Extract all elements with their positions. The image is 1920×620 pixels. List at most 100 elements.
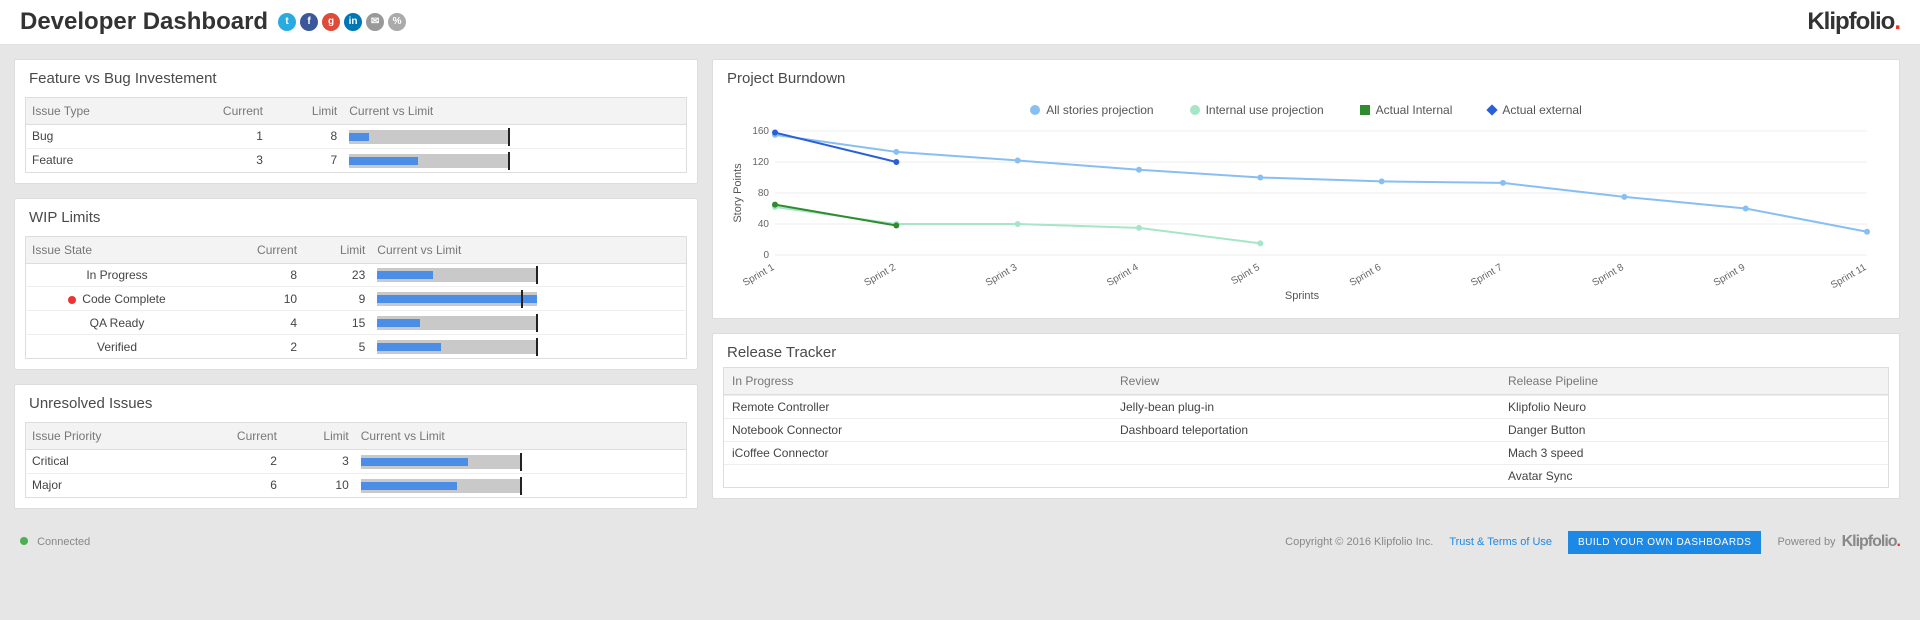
facebook-icon[interactable]: f [300, 13, 318, 31]
issue-state: Verified [26, 335, 209, 359]
svg-text:Sprints: Sprints [1285, 290, 1320, 302]
feature-vs-bug-table: Issue Type Current Limit Current vs Limi… [25, 97, 687, 173]
limit-value: 3 [283, 449, 355, 473]
email-icon[interactable]: ✉ [366, 13, 384, 31]
table-row: Verified 2 5 [26, 335, 687, 359]
col-state: Issue State [26, 236, 209, 263]
col-limit: Limit [303, 236, 371, 263]
release-col-header: Release Pipeline [1500, 368, 1888, 395]
svg-text:160: 160 [752, 126, 769, 137]
release-item [724, 464, 1112, 487]
header: Developer Dashboard t f g in ✉ % Klipfol… [0, 0, 1920, 45]
current-value: 8 [208, 263, 303, 287]
legend-marker-icon [1190, 105, 1200, 115]
panel-title: WIP Limits [15, 199, 697, 232]
issue-type: Feature [26, 148, 166, 172]
panel-title: Feature vs Bug Investement [15, 60, 697, 93]
dashboard: Feature vs Bug Investement Issue Type Cu… [0, 45, 1920, 523]
unresolved-table: Issue Priority Current Limit Current vs … [25, 422, 687, 498]
linkedin-icon[interactable]: in [344, 13, 362, 31]
bullet-chart [361, 479, 521, 493]
limit-value: 8 [269, 125, 343, 149]
panel-title: Release Tracker [713, 334, 1899, 367]
bullet-cell [355, 473, 687, 497]
col-current: Current [208, 236, 303, 263]
table-row: QA Ready 4 15 [26, 311, 687, 335]
page-title: Developer Dashboard [20, 8, 268, 36]
bullet-chart [349, 154, 509, 168]
svg-text:Sprint 4: Sprint 4 [1105, 262, 1141, 289]
release-item [1112, 441, 1500, 464]
twitter-icon[interactable]: t [278, 13, 296, 31]
social-icons: t f g in ✉ % [278, 13, 406, 31]
limit-value: 5 [303, 335, 371, 359]
google-plus-icon[interactable]: g [322, 13, 340, 31]
svg-text:Spint 5: Spint 5 [1229, 262, 1262, 287]
issue-state: In Progress [26, 263, 209, 287]
bullet-chart [361, 455, 521, 469]
build-dashboards-button[interactable]: BUILD YOUR OWN DASHBOARDS [1568, 531, 1761, 554]
unresolved-panel: Unresolved Issues Issue Priority Current… [14, 384, 698, 509]
bullet-cell [371, 287, 686, 311]
svg-text:Sprint 1: Sprint 1 [741, 262, 777, 289]
limit-value: 23 [303, 263, 371, 287]
release-item: Notebook Connector [724, 418, 1112, 441]
legend-item-all: All stories projection [1030, 103, 1153, 117]
issue-state: Code Complete [26, 287, 209, 311]
release-col-header: Review [1112, 368, 1500, 395]
header-left: Developer Dashboard t f g in ✉ % [20, 8, 406, 36]
copyright: Copyright © 2016 Klipfolio Inc. [1285, 536, 1433, 548]
current-value: 4 [208, 311, 303, 335]
current-value: 3 [165, 148, 269, 172]
release-item: Jelly-bean plug-in [1112, 395, 1500, 418]
svg-text:0: 0 [763, 250, 769, 261]
link-icon[interactable]: % [388, 13, 406, 31]
limit-value: 9 [303, 287, 371, 311]
release-item: iCoffee Connector [724, 441, 1112, 464]
svg-text:40: 40 [758, 219, 770, 230]
col-priority: Issue Priority [26, 422, 183, 449]
release-item: Avatar Sync [1500, 464, 1888, 487]
alert-dot-icon [68, 296, 76, 304]
bullet-cell [343, 125, 686, 149]
table-row: In Progress 8 23 [26, 263, 687, 287]
svg-text:120: 120 [752, 157, 769, 168]
col-current: Current [183, 422, 283, 449]
feature-vs-bug-panel: Feature vs Bug Investement Issue Type Cu… [14, 59, 698, 184]
burndown-panel: Project Burndown All stories projection … [712, 59, 1900, 319]
svg-text:Sprint 2: Sprint 2 [862, 262, 898, 289]
release-item: Danger Button [1500, 418, 1888, 441]
limit-value: 15 [303, 311, 371, 335]
svg-text:Sprint 7: Sprint 7 [1469, 262, 1505, 289]
bullet-chart [377, 316, 537, 330]
burndown-chart: All stories projection Internal use proj… [713, 93, 1899, 318]
svg-text:Sprint 9: Sprint 9 [1712, 262, 1748, 289]
current-value: 1 [165, 125, 269, 149]
wip-table: Issue State Current Limit Current vs Lim… [25, 236, 687, 359]
connection-status: Connected [20, 536, 90, 548]
legend-marker-icon [1487, 104, 1498, 115]
release-grid: In ProgressReviewRelease PipelineRemote … [723, 367, 1889, 488]
terms-link[interactable]: Trust & Terms of Use [1449, 536, 1552, 548]
bullet-chart [349, 130, 509, 144]
current-value: 6 [183, 473, 283, 497]
svg-text:Story Points: Story Points [732, 163, 744, 223]
release-item: Dashboard teleportation [1112, 418, 1500, 441]
col-limit: Limit [269, 98, 343, 125]
table-row: Code Complete 10 9 [26, 287, 687, 311]
footer-right: Copyright © 2016 Klipfolio Inc. Trust & … [1285, 531, 1900, 554]
legend-marker-icon [1360, 105, 1370, 115]
status-dot-icon [20, 537, 28, 545]
col-current: Current [165, 98, 269, 125]
panel-title: Project Burndown [713, 60, 1899, 93]
table-row: Major 6 10 [26, 473, 687, 497]
panel-title: Unresolved Issues [15, 385, 697, 418]
left-column: Feature vs Bug Investement Issue Type Cu… [14, 59, 698, 509]
bullet-cell [343, 148, 686, 172]
svg-text:Sprint 3: Sprint 3 [984, 262, 1020, 289]
release-item: Mach 3 speed [1500, 441, 1888, 464]
burndown-svg: 04080120160Sprint 1Sprint 2Sprint 3Sprin… [727, 123, 1877, 303]
release-item: Remote Controller [724, 395, 1112, 418]
table-row: Bug 1 8 [26, 125, 687, 149]
burndown-legend: All stories projection Internal use proj… [727, 99, 1885, 123]
